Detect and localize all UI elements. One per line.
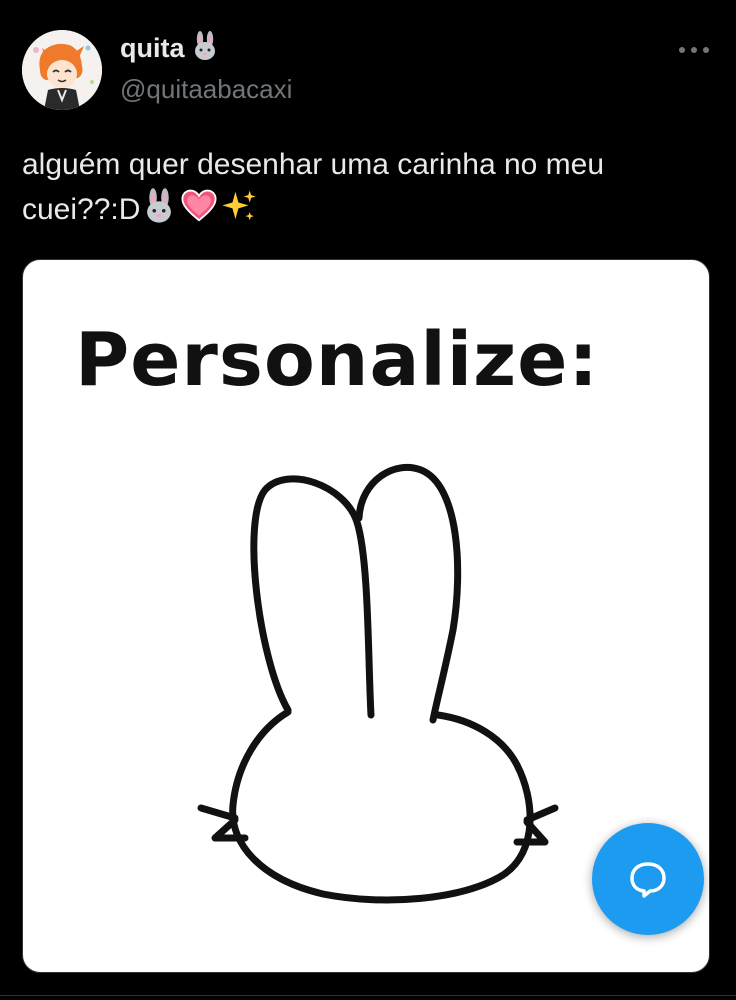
rabbit-face-icon — [189, 30, 221, 67]
author-display-name[interactable]: quita — [120, 33, 185, 64]
more-icon — [679, 47, 709, 53]
tweet-text: alguém quer desenhar uma carinha no meu … — [22, 143, 712, 232]
tweet-emojis — [140, 187, 258, 225]
rabbit-face-icon — [147, 188, 172, 223]
more-options-button[interactable] — [674, 38, 714, 62]
sparkles-icon — [222, 190, 257, 221]
heart-icon — [181, 189, 217, 222]
tweet-text-line-1: alguém quer desenhar uma carinha no meu — [22, 148, 605, 181]
reply-fab-button[interactable] — [592, 823, 704, 935]
chat-bubble-icon — [630, 862, 666, 898]
tweet-text-line-2: cuei??:D — [22, 187, 712, 232]
avatar[interactable] — [22, 30, 102, 110]
divider — [0, 995, 736, 996]
author-name-row[interactable]: quita — [120, 30, 221, 67]
media-caption: Personalize: — [75, 317, 599, 403]
author-handle[interactable]: @quitaabacaxi — [120, 74, 292, 105]
tweet-text-line-2-text: cuei??:D — [22, 193, 141, 226]
avatar-illustration — [22, 30, 102, 110]
bunny-outline — [197, 463, 559, 904]
